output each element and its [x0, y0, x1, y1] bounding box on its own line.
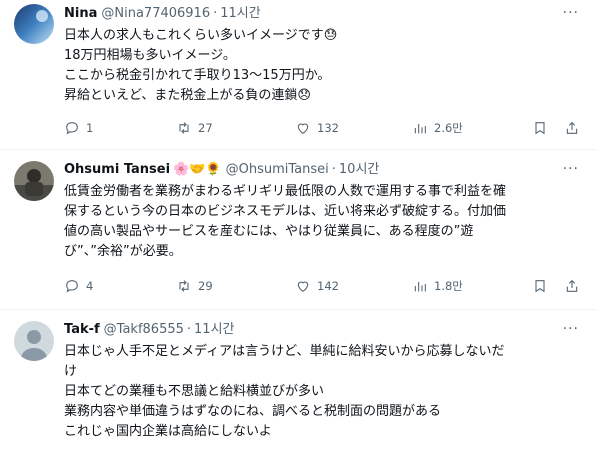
avatar-takf[interactable] — [14, 321, 54, 361]
name-emojis: 🌸🤝🌻 — [173, 162, 222, 177]
retweet-button[interactable]: 29 — [176, 278, 213, 294]
tweet-header: Ohsumi Tansei 🌸🤝🌻 @OhsumiTansei · 10시간 — [64, 161, 585, 179]
bookmark-button[interactable] — [532, 278, 548, 294]
views-icon — [414, 124, 426, 134]
tweet-header: Tak-f @Takf86555 · 11시간 — [64, 321, 585, 339]
retweet-button[interactable]: 27 — [176, 120, 213, 136]
views-button[interactable]: 1.8만 — [412, 278, 463, 294]
tweet-text: 低賃金労働者を業務がまわるギリギリ最低限の人数で運用する事で利益を確 保するとい… — [64, 182, 585, 262]
like-count: 132 — [317, 121, 339, 135]
tweet-line: 値の高い製品やサービスを産むには、やはり従業員に、ある程度の”遊 — [64, 224, 474, 239]
more-icon[interactable]: ··· — [563, 321, 579, 337]
display-name[interactable]: Nina — [64, 5, 97, 23]
retweet-count: 27 — [198, 121, 213, 135]
display-name[interactable]: Tak-f — [64, 321, 100, 339]
tweet-line: 日本てどの業種も不思議と給料横並びが多い — [64, 384, 325, 399]
tweet-text: 日本じゃ人手不足とメディアは言うけど、単純に給料安いから応募しないだ け 日本て… — [64, 342, 585, 442]
tweet-header: Nina @Nina77406916 · 11시간 — [64, 5, 585, 23]
action-bar: 1 27 132 2.6만 — [64, 118, 584, 138]
bookmark-icon — [535, 122, 545, 135]
more-icon[interactable]: ··· — [563, 161, 579, 177]
like-icon — [297, 123, 309, 134]
handle[interactable]: @Takf86555 — [104, 321, 184, 339]
tweet-line: け — [64, 364, 78, 379]
tweet-line: 日本人の求人もこれくらい多いイメージです😓 — [64, 28, 338, 43]
retweet-icon — [179, 122, 189, 134]
retweet-count: 29 — [198, 279, 213, 293]
share-button[interactable] — [564, 120, 580, 136]
separator-dot: · — [331, 162, 336, 177]
timestamp[interactable]: 10시간 — [339, 161, 379, 179]
tweet-line: これじゃ国内企業は高給にしないよ — [64, 424, 272, 439]
reply-icon — [66, 280, 78, 293]
timestamp[interactable]: 11시간 — [220, 5, 260, 23]
tweet-line: 保するという今の日本のビジネスモデルは、近い将来必ず破綻する。付加価 — [64, 204, 507, 219]
handle[interactable]: @Nina77406916 — [101, 5, 210, 23]
like-icon — [297, 281, 309, 292]
more-icon[interactable]: ··· — [563, 5, 579, 21]
like-button[interactable]: 142 — [295, 278, 339, 294]
tweet-line: び”、”余裕”が必要。 — [64, 244, 182, 259]
bookmark-icon — [535, 280, 545, 293]
avatar-nina[interactable] — [14, 4, 54, 44]
reply-icon — [66, 122, 78, 135]
timestamp[interactable]: 11시간 — [194, 321, 234, 339]
tweet-line: 業務内容や単価違うはずなのにね、調べると税制面の問題がある — [64, 404, 442, 419]
reply-button[interactable]: 4 — [64, 278, 93, 294]
tweet-line: 昇給といえど、また税金上がる負の連鎖😞 — [64, 88, 311, 103]
handle[interactable]: @OhsumiTansei — [226, 161, 329, 179]
tweet-line: 18万円相場も多いイメージ。 — [64, 48, 236, 63]
reply-count: 4 — [86, 279, 94, 293]
display-name[interactable]: Ohsumi Tansei — [64, 161, 170, 179]
tweet-line: 低賃金労働者を業務がまわるギリギリ最低限の人数で運用する事で利益を確 — [64, 184, 507, 199]
like-count: 142 — [317, 279, 339, 293]
reply-count: 1 — [86, 121, 94, 135]
views-count: 2.6만 — [434, 121, 463, 135]
tweet-text: 日本人の求人もこれくらい多いイメージです😓 18万円相場も多いイメージ。 ここか… — [64, 26, 585, 106]
like-button[interactable]: 132 — [295, 120, 339, 136]
views-button[interactable]: 2.6만 — [412, 120, 463, 136]
retweet-icon — [179, 280, 189, 292]
tweet-line: ここから税金引かれて手取り13～15万円か。 — [64, 68, 331, 83]
tweet-line: 日本じゃ人手不足とメディアは言うけど、単純に給料安いから応募しないだ — [64, 344, 505, 359]
views-icon — [414, 282, 426, 292]
separator-dot: · — [186, 322, 192, 337]
bookmark-button[interactable] — [532, 120, 548, 136]
tweet-1[interactable]: Nina @Nina77406916 · 11시간 ··· 日本人の求人もこれく… — [0, 0, 597, 150]
share-icon — [566, 279, 578, 292]
reply-button[interactable]: 1 — [64, 120, 93, 136]
action-bar: 4 29 142 1.8만 — [64, 276, 584, 296]
share-button[interactable] — [564, 278, 580, 294]
share-icon — [566, 121, 578, 134]
tweet-2[interactable]: Ohsumi Tansei 🌸🤝🌻 @OhsumiTansei · 10시간 ·… — [0, 150, 597, 310]
separator-dot: · — [213, 6, 218, 21]
views-count: 1.8만 — [434, 279, 463, 293]
avatar-ohsumi[interactable] — [14, 161, 54, 201]
tweet-3[interactable]: Tak-f @Takf86555 · 11시간 ··· 日本じゃ人手不足とメディ… — [0, 310, 597, 449]
